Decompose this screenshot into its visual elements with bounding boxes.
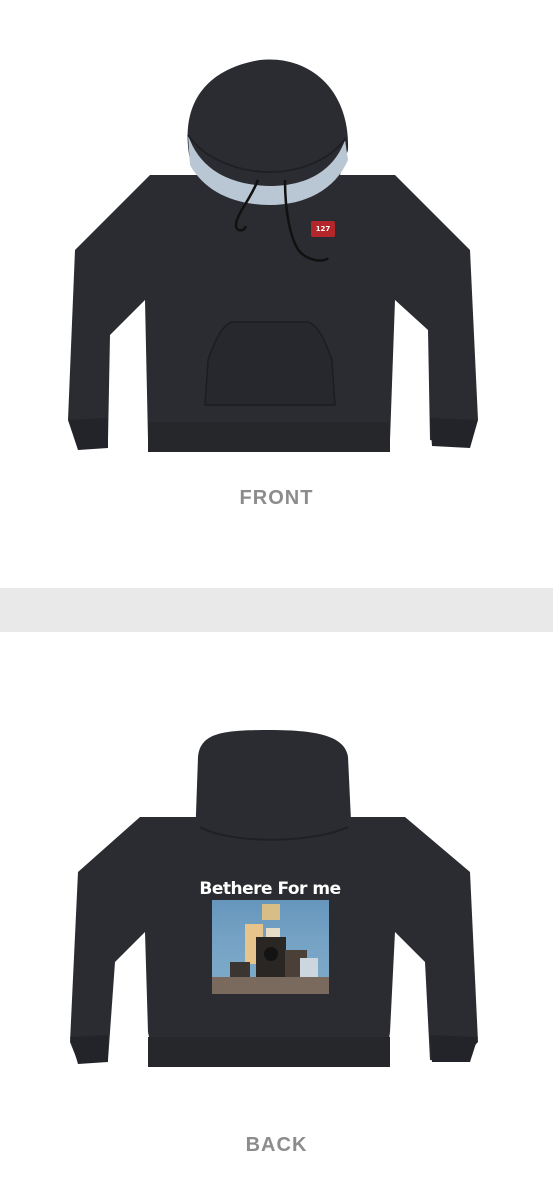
hoodie-back-image: Bethere For me xyxy=(70,730,478,1067)
front-caption: FRONT xyxy=(239,487,314,509)
graphic-title: Bethere For me xyxy=(199,879,340,899)
front-view-panel: 127 FRONT xyxy=(0,0,553,588)
back-caption: BACK xyxy=(245,1134,308,1156)
back-photo-graphic xyxy=(212,900,329,994)
patch-label: 127 xyxy=(316,225,331,233)
back-view-panel: Bethere For me BACK xyxy=(0,632,553,1200)
